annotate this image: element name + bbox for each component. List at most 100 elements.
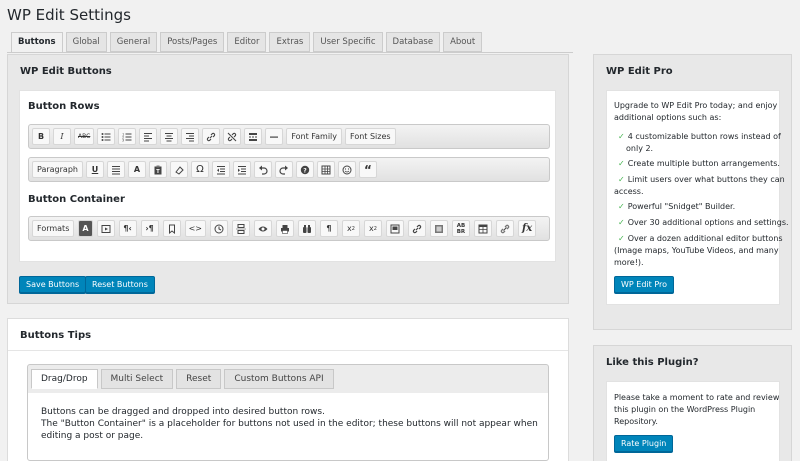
tabs-divider	[7, 52, 573, 53]
button-row-1[interactable]: B I ABC 123 Font Family Font Sizes	[28, 124, 550, 149]
special-char-icon[interactable]: Ω	[190, 161, 209, 178]
settings-tabs: Buttons Global General Posts/Pages Edito…	[11, 32, 483, 53]
text-color-icon[interactable]: A	[127, 161, 146, 178]
blockquote-icon[interactable]: “	[358, 161, 377, 178]
link2-icon[interactable]	[407, 220, 426, 237]
feature-item: ✓ Over 30 additional options and settings…	[618, 218, 789, 227]
ltr-icon[interactable]: ¶‹	[118, 220, 137, 237]
feature-item: ✓ Over a dozen additional editor buttons	[618, 234, 783, 243]
formats-button[interactable]: Formats	[32, 220, 75, 237]
like-text: Repository.	[614, 417, 658, 426]
tips-subtabs: Drag/Drop Multi Select Reset Custom Butt…	[31, 369, 337, 389]
reset-buttons-button[interactable]: Reset Buttons	[85, 276, 155, 293]
clear-format-icon[interactable]	[169, 161, 188, 178]
redo-icon[interactable]	[274, 161, 293, 178]
feature-item: ✓ 4 customizable button rows instead of	[618, 132, 781, 141]
image2-icon[interactable]	[429, 220, 448, 237]
print-icon[interactable]	[275, 220, 294, 237]
save-buttons-button[interactable]: Save Buttons	[19, 276, 87, 293]
check-icon: ✓	[618, 175, 625, 184]
outdent-icon[interactable]	[211, 161, 230, 178]
code-icon[interactable]: <>	[184, 220, 206, 237]
table2-icon[interactable]	[473, 220, 492, 237]
tab-posts-pages[interactable]: Posts/Pages	[160, 32, 225, 52]
panel-title: WP Edit Pro	[606, 66, 673, 77]
italic-icon[interactable]: I	[53, 128, 71, 145]
align-left-icon[interactable]	[139, 128, 158, 145]
subtab-reset[interactable]: Reset	[176, 369, 222, 389]
subtab-drag-drop[interactable]: Drag/Drop	[31, 369, 98, 389]
rtl-icon[interactable]: ›¶	[140, 220, 159, 237]
page-break-icon[interactable]	[231, 220, 250, 237]
anchor-icon[interactable]	[162, 220, 181, 237]
tab-general[interactable]: General	[109, 32, 158, 52]
subscript-icon[interactable]: x2	[341, 220, 360, 237]
check-icon: ✓	[618, 202, 625, 211]
search-replace-icon[interactable]	[297, 220, 316, 237]
help-icon[interactable]: ?	[295, 161, 314, 178]
tab-about[interactable]: About	[443, 32, 483, 52]
feature-item-cont: access.	[614, 187, 644, 196]
paste-text-icon[interactable]: T	[148, 161, 167, 178]
indent-icon[interactable]	[232, 161, 251, 178]
font-color-icon[interactable]: A	[78, 220, 93, 237]
tab-buttons[interactable]: Buttons	[11, 32, 63, 53]
superscript-icon[interactable]: x2	[363, 220, 382, 237]
tab-editor[interactable]: Editor	[227, 32, 267, 52]
undo-icon[interactable]	[253, 161, 272, 178]
font-family-button[interactable]: Font Family	[286, 128, 343, 145]
font-sizes-button[interactable]: Font Sizes	[345, 128, 396, 145]
check-icon: ✓	[618, 234, 625, 243]
formula-icon[interactable]: fx	[517, 220, 537, 237]
unlink2-icon[interactable]	[495, 220, 514, 237]
tab-global[interactable]: Global	[65, 32, 107, 52]
feature-item-cont: more!).	[614, 258, 644, 267]
feature-item: ✓ Create multiple button arrangements.	[618, 159, 780, 168]
align-center-icon[interactable]	[160, 128, 179, 145]
preview-icon[interactable]	[253, 220, 272, 237]
read-more-icon[interactable]	[244, 128, 263, 145]
bullet-list-icon[interactable]	[97, 128, 116, 145]
underline-icon[interactable]: U	[85, 161, 104, 178]
time-icon[interactable]	[209, 220, 228, 237]
panel-title: Like this Plugin?	[606, 357, 699, 368]
justify-icon[interactable]	[106, 161, 125, 178]
paragraph-button[interactable]: Paragraph	[32, 161, 83, 178]
button-container[interactable]: Formats A ¶‹ ›¶ <> ¶ x2 x2 AB BR fx	[28, 216, 550, 241]
check-icon: ✓	[618, 132, 625, 141]
tab-user-specific[interactable]: User Specific	[313, 32, 383, 52]
media-icon[interactable]	[96, 220, 115, 237]
tab-database[interactable]: Database	[385, 32, 441, 52]
bold-icon[interactable]: B	[32, 128, 50, 145]
align-right-icon[interactable]	[181, 128, 200, 145]
tip-line: The "Button Container" is a placeholder …	[41, 419, 538, 429]
svg-text:3: 3	[122, 138, 124, 142]
rate-plugin-button[interactable]: Rate Plugin	[614, 435, 674, 452]
check-icon: ✓	[618, 218, 625, 227]
check-icon: ✓	[618, 159, 625, 168]
abbr-icon[interactable]: AB BR	[451, 220, 470, 237]
wp-edit-pro-button[interactable]: WP Edit Pro	[614, 276, 675, 293]
button-row-2[interactable]: Paragraph U A T Ω ? “	[28, 157, 550, 182]
horizontal-line-icon[interactable]	[265, 128, 284, 145]
feature-item-cont: only 2.	[626, 144, 654, 153]
tab-extras[interactable]: Extras	[269, 32, 311, 52]
panel-title: Buttons Tips	[20, 330, 92, 341]
feature-item-cont: (Image maps, YouTube Videos, and many	[614, 246, 779, 255]
svg-text:?: ?	[303, 167, 307, 174]
table-icon[interactable]	[316, 161, 335, 178]
unlink-icon[interactable]	[223, 128, 242, 145]
like-text: Please take a moment to rate and review	[614, 393, 780, 402]
emoticon-icon[interactable]	[337, 161, 356, 178]
link-icon[interactable]	[202, 128, 221, 145]
nonbreaking-icon[interactable]: ¶	[319, 220, 338, 237]
svg-text:T: T	[156, 169, 160, 175]
subtab-custom-buttons-api[interactable]: Custom Buttons API	[224, 369, 334, 389]
panel-divider	[8, 350, 568, 351]
strikethrough-icon[interactable]: ABC	[74, 128, 95, 145]
like-text: this plugin on the WordPress Plugin	[614, 405, 756, 414]
numbered-list-icon[interactable]: 123	[118, 128, 137, 145]
subtab-multi-select[interactable]: Multi Select	[100, 369, 174, 389]
tip-line: Buttons can be dragged and dropped into …	[41, 407, 325, 417]
image-icon[interactable]	[385, 220, 404, 237]
